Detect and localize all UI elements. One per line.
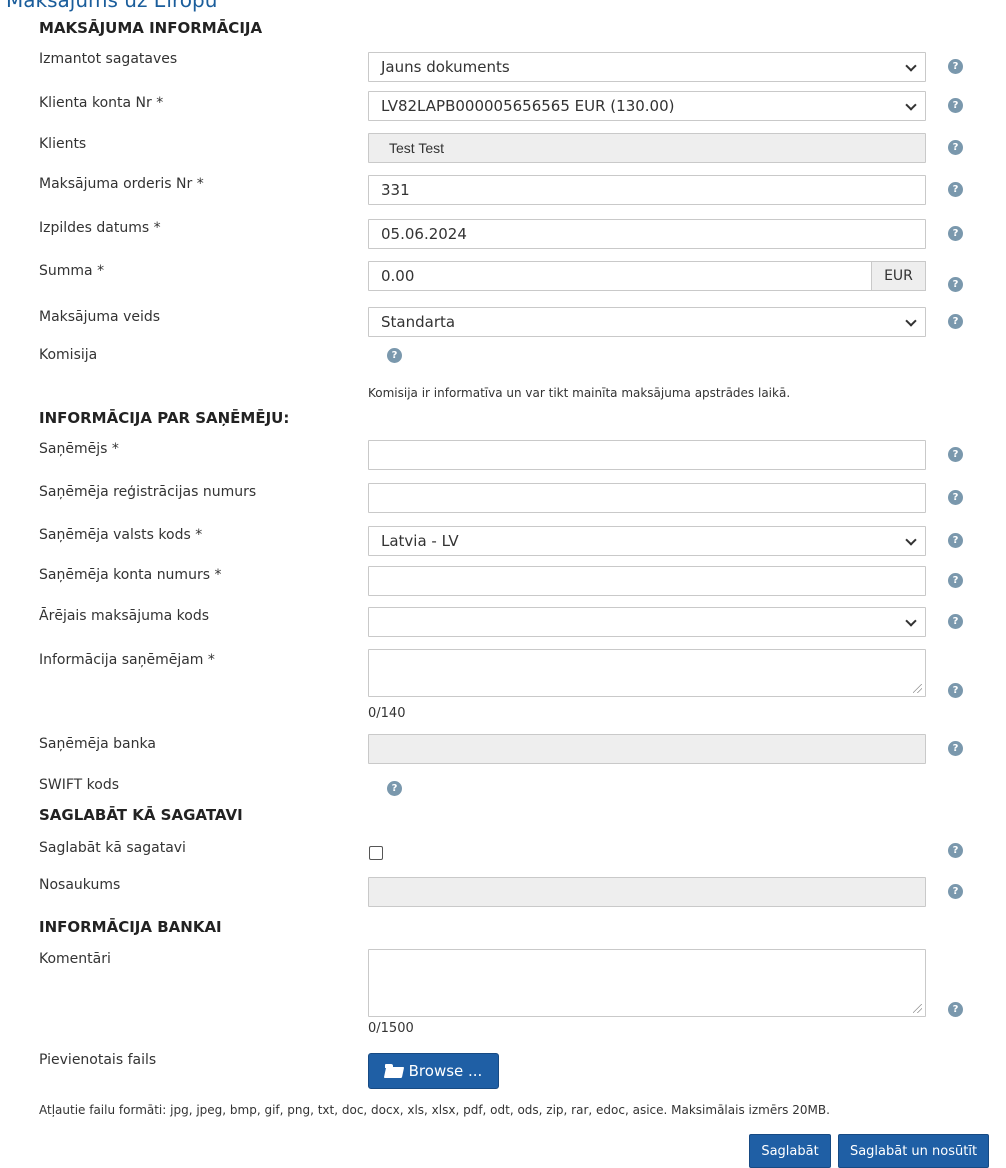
reg-no-input[interactable] (368, 483, 926, 513)
order-no-label: Maksājuma orderis Nr * (39, 176, 204, 192)
section-bank-info: INFORMĀCIJA BANKAI (39, 918, 222, 936)
save-button[interactable]: Saglabāt (749, 1134, 831, 1168)
payment-type-select[interactable]: Standarta (368, 307, 926, 337)
beneficiary-input[interactable] (368, 440, 926, 470)
template-name-input (368, 877, 926, 907)
commission-note: Komisija ir informatīva un var tikt main… (368, 386, 791, 400)
beneficiary-label: Saņēmējs * (39, 441, 119, 457)
country-select[interactable]: Latvia - LV (368, 526, 926, 556)
section-save-template: SAGLABĀT KĀ SAGATAVI (39, 806, 243, 824)
question-circle-icon[interactable]: ? (948, 533, 963, 548)
reg-no-label: Saņēmēja reģistrācijas numurs (39, 484, 257, 500)
question-circle-icon[interactable]: ? (948, 490, 963, 505)
currency-addon: EUR (871, 261, 926, 291)
save-template-checkbox[interactable] (369, 846, 383, 860)
question-circle-icon[interactable]: ? (948, 277, 963, 292)
ben-info-counter: 0/140 (368, 706, 406, 721)
question-circle-icon[interactable]: ? (948, 140, 963, 155)
question-circle-icon[interactable]: ? (948, 314, 963, 329)
save-template-label: Saglabāt kā sagatavi (39, 840, 186, 856)
comments-counter: 0/1500 (368, 1021, 414, 1036)
question-circle-icon[interactable]: ? (948, 226, 963, 241)
payment-type-label: Maksājuma veids (39, 309, 161, 325)
template-select[interactable]: Jauns dokuments (368, 52, 926, 82)
section-beneficiary-info: INFORMĀCIJA PAR SAŅĒMĒJU: (39, 409, 290, 427)
comments-textarea[interactable] (368, 949, 926, 1017)
exec-date-label: Izpildes datums * (39, 220, 161, 236)
attachment-label: Pievienotais fails (39, 1052, 157, 1068)
question-circle-icon[interactable]: ? (948, 884, 963, 899)
exec-date-input[interactable]: 05.06.2024 (368, 219, 926, 249)
ext-code-label: Ārējais maksājuma kods (39, 608, 210, 624)
ben-info-textarea[interactable] (368, 649, 926, 697)
browse-button[interactable]: Browse ... (368, 1053, 499, 1089)
save-and-send-button[interactable]: Saglabāt un nosūtīt (838, 1134, 989, 1168)
ext-code-select[interactable] (368, 607, 926, 637)
folder-open-icon (384, 1064, 403, 1078)
client-field: Test Test (368, 133, 926, 163)
ben-info-label: Informācija saņēmējam * (39, 652, 215, 668)
section-payment-info: MAKSĀJUMA INFORMĀCIJA (39, 19, 263, 37)
swift-label: SWIFT kods (39, 777, 120, 793)
question-circle-icon[interactable]: ? (948, 1002, 963, 1017)
amount-label: Summa * (39, 263, 105, 279)
question-circle-icon[interactable]: ? (948, 573, 963, 588)
question-circle-icon[interactable]: ? (948, 98, 963, 113)
question-circle-icon[interactable]: ? (387, 348, 402, 363)
question-circle-icon[interactable]: ? (948, 843, 963, 858)
ben-bank-label: Saņēmēja banka (39, 736, 156, 752)
account-select[interactable]: LV82LAPB000005656565 EUR (130.00) (368, 91, 926, 121)
template-label: Izmantot sagataves (39, 51, 178, 67)
order-no-input[interactable]: 331 (368, 175, 926, 205)
question-circle-icon[interactable]: ? (948, 614, 963, 629)
page-title: Maksājums uz Eiropu (6, 0, 218, 12)
allowed-formats-note: Atļautie failu formāti: jpg, jpeg, bmp, … (39, 1103, 830, 1117)
amount-input[interactable]: 0.00 (368, 261, 872, 291)
question-circle-icon[interactable]: ? (948, 741, 963, 756)
comments-label: Komentāri (39, 951, 111, 967)
commission-label: Komisija (39, 347, 98, 363)
question-circle-icon[interactable]: ? (387, 781, 402, 796)
question-circle-icon[interactable]: ? (948, 447, 963, 462)
ben-account-input[interactable] (368, 566, 926, 596)
question-circle-icon[interactable]: ? (948, 683, 963, 698)
ben-bank-field (368, 734, 926, 764)
country-label: Saņēmēja valsts kods * (39, 527, 203, 543)
client-label: Klients (39, 136, 87, 152)
question-circle-icon[interactable]: ? (948, 182, 963, 197)
template-name-label: Nosaukums (39, 877, 121, 893)
account-label: Klienta konta Nr * (39, 95, 164, 111)
ben-account-label: Saņēmēja konta numurs * (39, 567, 222, 583)
question-circle-icon[interactable]: ? (948, 59, 963, 74)
browse-button-label: Browse ... (408, 1062, 483, 1080)
